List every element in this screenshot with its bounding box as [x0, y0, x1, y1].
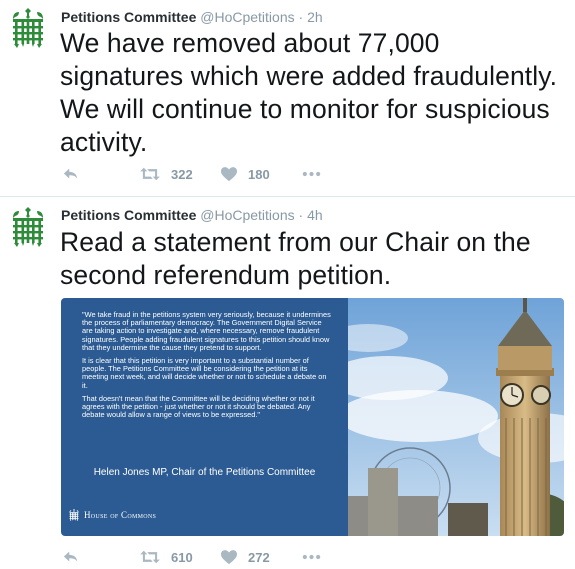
more-button[interactable]	[302, 165, 321, 183]
timestamp[interactable]: 4h	[307, 207, 323, 223]
more-icon	[302, 171, 321, 177]
statement-paragraph: "We take fraud in the petitions system v…	[82, 310, 331, 352]
author-handle[interactable]: @HoCpetitions	[200, 207, 294, 223]
house-of-commons-logo: House of Commons	[68, 509, 156, 521]
statement-image[interactable]: "We take fraud in the petitions system v…	[61, 298, 564, 536]
tweet-header: Petitions Committee @HoCpetitions · 4h	[61, 206, 323, 224]
retweet-button[interactable]: 610	[139, 548, 193, 566]
big-ben-image	[328, 298, 564, 536]
statement-paragraph: That doesn't mean that the Committee wil…	[82, 393, 315, 420]
like-count: 272	[248, 549, 270, 565]
tweet[interactable]: Petitions Committee @HoCpetitions · 2h W…	[0, 0, 575, 197]
more-button[interactable]	[302, 548, 321, 566]
big-ben-photo	[328, 298, 564, 536]
portcullis-icon[interactable]	[8, 8, 48, 48]
like-button[interactable]: 272	[220, 548, 270, 566]
logo-text: House of Commons	[84, 510, 157, 520]
reply-icon	[62, 549, 80, 565]
retweet-icon	[139, 549, 161, 565]
statement-quote: "We take fraud in the petitions system v…	[82, 310, 334, 424]
like-count: 180	[248, 166, 270, 182]
heart-icon	[220, 166, 238, 182]
author-name[interactable]: Petitions Committee	[61, 207, 196, 223]
timestamp[interactable]: 2h	[307, 9, 323, 25]
like-button[interactable]: 180	[220, 165, 270, 183]
heart-icon	[220, 549, 238, 565]
author-handle[interactable]: @HoCpetitions	[200, 9, 294, 25]
tweet-header: Petitions Committee @HoCpetitions · 2h	[61, 8, 323, 26]
tweet[interactable]: Petitions Committee @HoCpetitions · 4h R…	[0, 197, 575, 569]
more-icon	[302, 554, 321, 560]
retweet-count: 610	[171, 549, 193, 565]
portcullis-icon	[68, 509, 80, 521]
tweet-text: We have removed about 77,000 signatures …	[60, 28, 558, 157]
retweet-icon	[139, 166, 161, 182]
statement-panel: "We take fraud in the petitions system v…	[61, 298, 348, 536]
tweet-text: Read a statement from our Chair on the s…	[60, 227, 531, 290]
statement-paragraph: It is clear that this petition is very i…	[82, 356, 327, 390]
reply-button[interactable]	[62, 548, 80, 566]
retweet-button[interactable]: 322	[139, 165, 193, 183]
separator: ·	[298, 9, 304, 25]
author-name[interactable]: Petitions Committee	[61, 9, 196, 25]
reply-button[interactable]	[62, 165, 80, 183]
portcullis-icon[interactable]	[8, 207, 48, 247]
separator: ·	[298, 207, 304, 223]
statement-signature: Helen Jones MP, Chair of the Petitions C…	[93, 467, 316, 478]
retweet-count: 322	[171, 166, 193, 182]
reply-icon	[62, 166, 80, 182]
